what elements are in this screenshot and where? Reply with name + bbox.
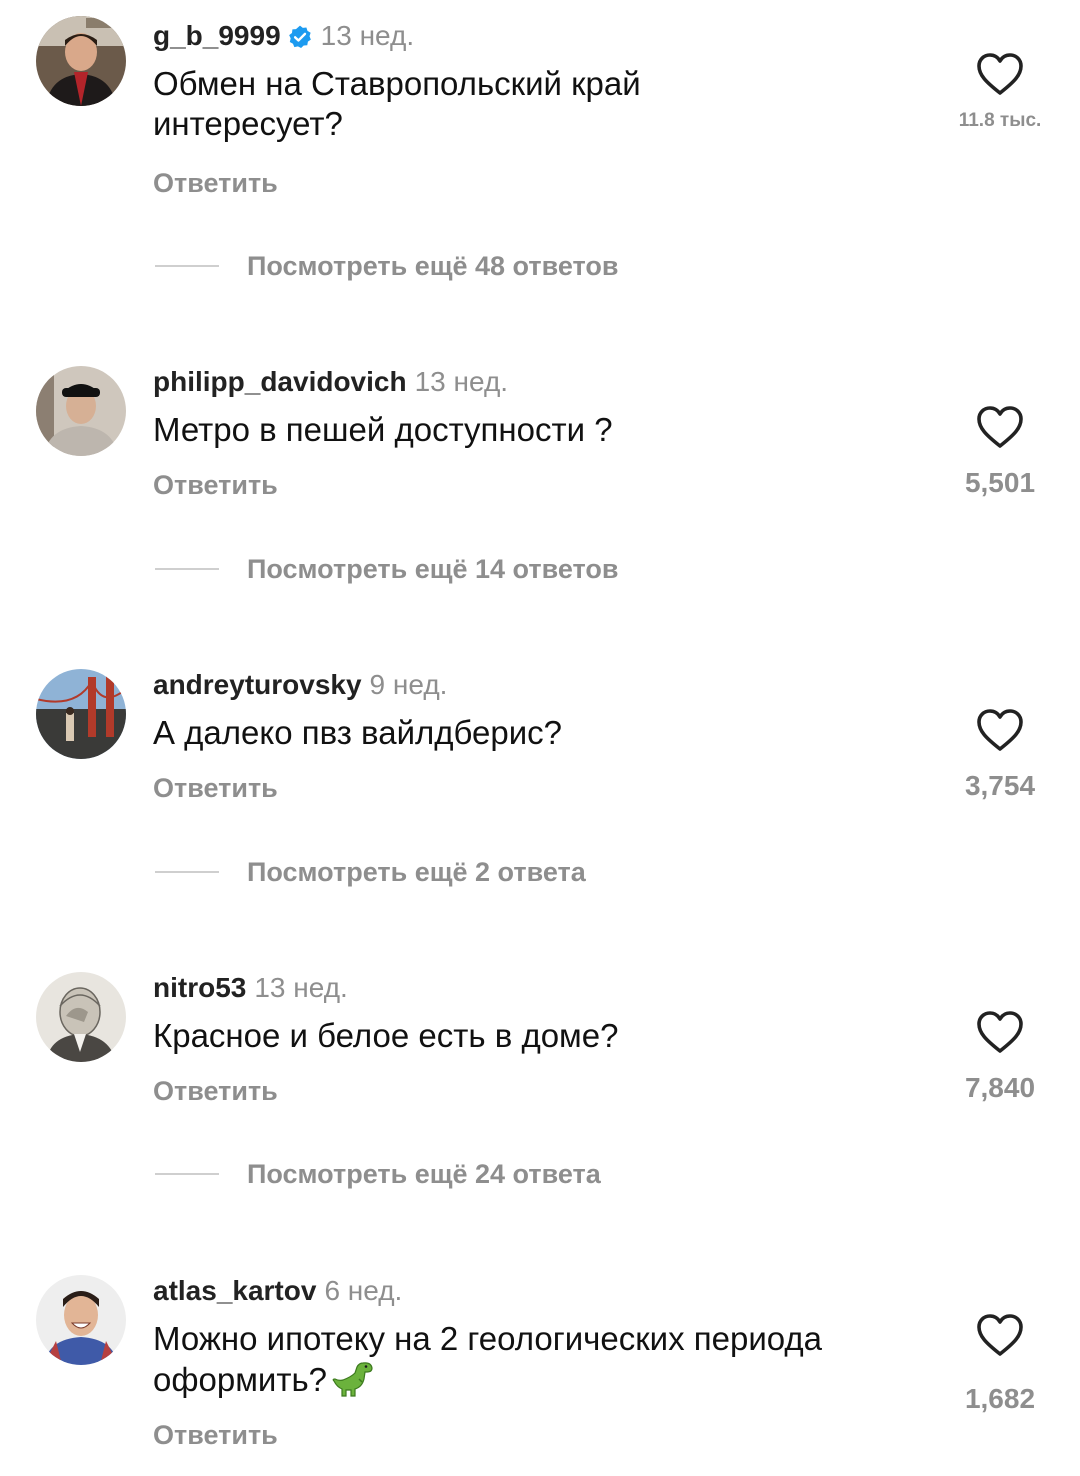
dinosaur-emoji	[331, 1359, 375, 1399]
comment-text: Можно ипотеку на 2 геологических периода…	[153, 1319, 933, 1400]
avatar[interactable]	[36, 1275, 126, 1365]
username[interactable]: g_b_9999	[153, 20, 281, 51]
comments-list: g_b_9999 13 нед. Обмен на Ставропольский …	[0, 0, 1080, 1476]
heart-outline-icon	[950, 405, 1050, 449]
reply-button[interactable]: Ответить	[153, 771, 933, 805]
like-button[interactable]	[950, 1010, 1050, 1054]
username[interactable]: andreyturovsky	[153, 669, 362, 700]
comment-text: Красное и белое есть в доме?	[153, 1017, 619, 1054]
comment-meta: nitro53 13 нед.	[153, 970, 933, 1006]
divider-line	[155, 568, 219, 570]
comment-time: 13 нед.	[254, 972, 348, 1003]
like-button[interactable]	[950, 708, 1050, 752]
username[interactable]: nitro53	[153, 972, 246, 1003]
reply-button[interactable]: Ответить	[153, 468, 933, 502]
heart-outline-icon	[950, 52, 1050, 96]
like-count: 7,840	[964, 1072, 1036, 1103]
comment-time: 13 нед.	[320, 20, 415, 51]
view-more-label: Посмотреть ещё 48 ответов	[247, 251, 619, 281]
heart-outline-icon	[950, 1313, 1050, 1357]
view-more-label: Посмотреть ещё 14 ответов	[247, 554, 619, 584]
avatar[interactable]	[36, 366, 126, 456]
comment-text: Обмен на Ставропольский край интересует?	[153, 65, 641, 142]
comment-text: А далеко пвз вайлдберис?	[153, 714, 563, 751]
comment-time: 6 нед.	[324, 1275, 403, 1306]
heart-outline-icon	[950, 708, 1050, 752]
like-button[interactable]	[950, 405, 1050, 449]
username[interactable]: philipp_davidovich	[153, 366, 407, 397]
like-count: 11.8 тыс.	[958, 110, 1042, 131]
view-more-label: Посмотреть ещё 24 ответа	[247, 1159, 601, 1189]
like-count: 5,501	[964, 467, 1036, 498]
like-button[interactable]	[950, 52, 1050, 96]
view-more-replies-button[interactable]: Посмотреть ещё 24 ответа	[155, 1157, 601, 1191]
view-more-label: Посмотреть ещё 2 ответа	[247, 857, 586, 887]
comment-text-content: Можно ипотеку на 2 геологических периода…	[153, 1320, 823, 1398]
divider-line	[155, 1173, 219, 1175]
reply-button[interactable]: Ответить	[153, 166, 933, 200]
divider-line	[155, 871, 219, 873]
view-more-replies-button[interactable]: Посмотреть ещё 48 ответов	[155, 249, 618, 283]
reply-button[interactable]: Ответить	[153, 1418, 933, 1452]
comment-meta: philipp_davidovich 13 нед.	[153, 364, 933, 400]
avatar[interactable]	[36, 669, 126, 759]
divider-line	[155, 265, 219, 267]
view-more-replies-button[interactable]: Посмотреть ещё 14 ответов	[155, 552, 618, 586]
like-count: 1,682	[964, 1383, 1036, 1414]
like-button[interactable]	[950, 1313, 1050, 1357]
reply-button[interactable]: Ответить	[153, 1074, 933, 1108]
comment-meta: atlas_kartov 6 нед.	[153, 1273, 933, 1309]
avatar[interactable]	[36, 972, 126, 1062]
comment-meta: g_b_9999 13 нед.	[153, 18, 933, 54]
like-count: 3,754	[964, 770, 1036, 801]
comment-time: 9 нед.	[369, 669, 448, 700]
comment-text: Метро в пешей доступности ?	[153, 411, 613, 448]
comment-meta: andreyturovsky 9 нед.	[153, 667, 933, 703]
avatar[interactable]	[36, 16, 126, 106]
verified-badge-icon	[287, 24, 313, 50]
heart-outline-icon	[950, 1010, 1050, 1054]
view-more-replies-button[interactable]: Посмотреть ещё 2 ответа	[155, 855, 586, 889]
username[interactable]: atlas_kartov	[153, 1275, 316, 1306]
comment-time: 13 нед.	[414, 366, 509, 397]
